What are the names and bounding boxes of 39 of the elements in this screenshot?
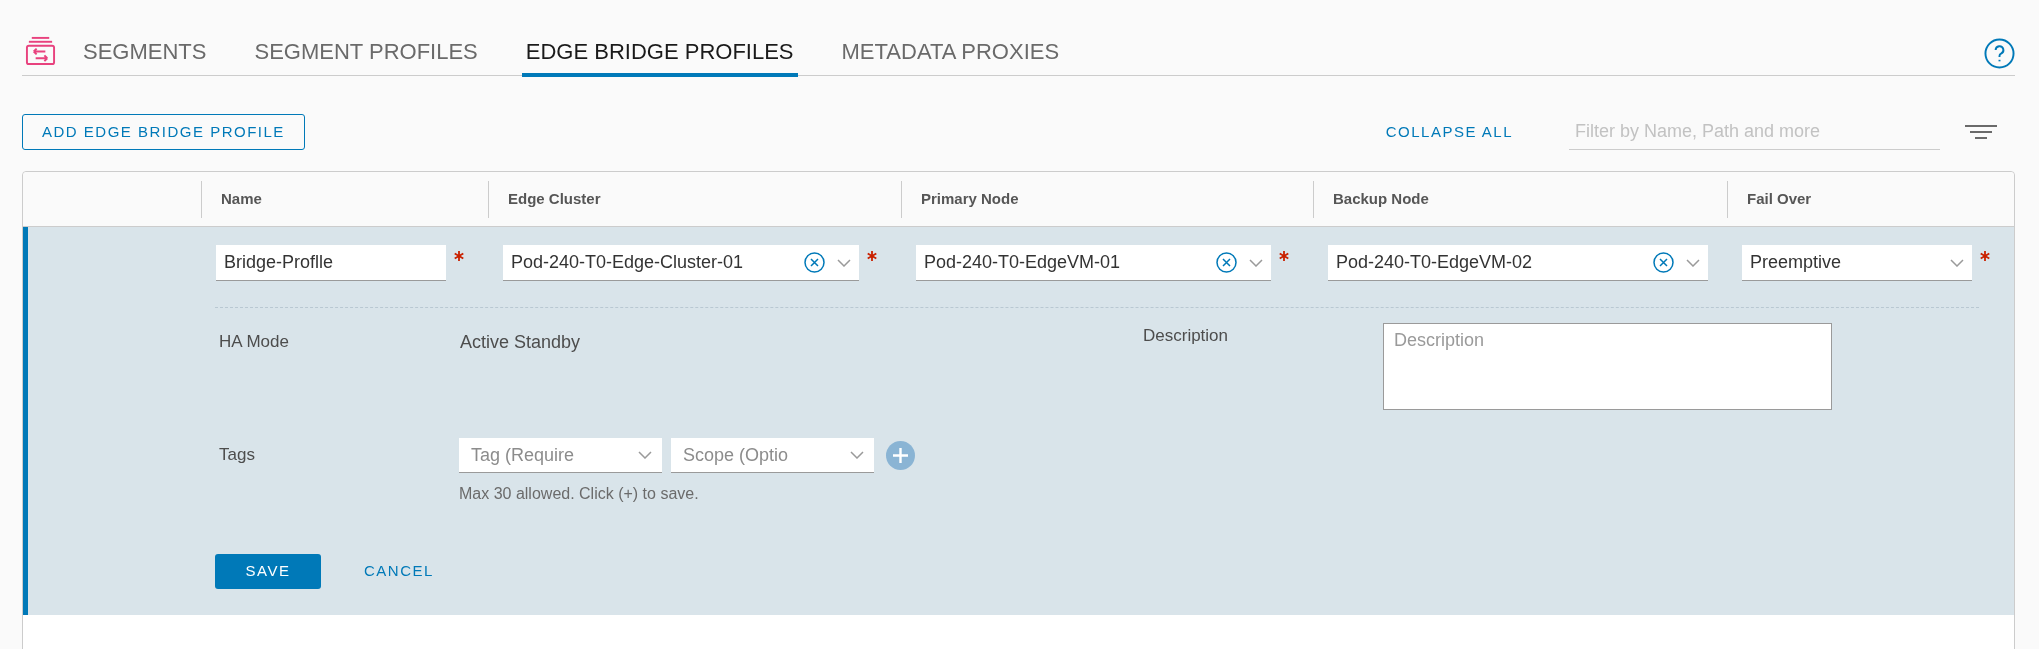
chevron-down-icon [837,258,851,267]
tag-select[interactable]: Tag (Require [459,438,662,473]
tab[interactable]: SEGMENT PROFILES [250,41,482,77]
chevron-down-icon [1950,258,1964,267]
collapse-all-button[interactable]: COLLAPSE ALL [1385,120,1513,144]
select-field[interactable]: Preemptive [1742,245,1972,281]
field-label: Tags [219,444,256,465]
hint-text: Max 30 allowed. Click (+) to save. [459,485,700,503]
text-field[interactable]: Bridge-Proflle [216,245,446,281]
save-button[interactable]: SAVE [215,554,321,589]
clear-icon[interactable] [804,252,825,273]
field-label: HA Mode [219,332,290,352]
field-value: Active Standby [460,332,581,352]
chevron-down-icon [1249,258,1263,267]
column-header: Name [221,188,262,209]
clear-icon[interactable] [1216,252,1237,273]
filter-field[interactable]: Filter by Name, Path and more [1569,114,1940,150]
cancel-button[interactable]: CANCEL [352,554,446,589]
chevron-down-icon [638,451,652,459]
select-field[interactable]: Pod-240-T0-EdgeVM-01 [916,245,1271,281]
filter-icon[interactable] [1965,125,1997,139]
column-header: Edge Cluster [508,188,601,209]
chevron-down-icon [850,451,864,459]
clear-icon[interactable] [1653,252,1674,273]
scope-select[interactable]: Scope (Optio [671,438,874,473]
description-field[interactable]: Description [1383,323,1832,410]
tab[interactable]: METADATA PROXIES [837,41,1064,77]
layers-arrows-icon [25,35,56,66]
column-header: Fail Over [1747,188,1812,209]
field-label: Description [1143,326,1230,346]
tab[interactable]: SEGMENTS [79,41,211,77]
chevron-down-icon [1686,258,1700,267]
select-field[interactable]: Pod-240-T0-EdgeVM-02 [1328,245,1708,281]
add-profile-button[interactable]: ADD EDGE BRIDGE PROFILE [22,114,305,150]
tab[interactable]: EDGE BRIDGE PROFILES [521,41,798,77]
help-icon[interactable] [1984,38,2015,69]
column-header: Backup Node [1333,188,1429,209]
column-header: Primary Node [921,188,1019,209]
select-field[interactable]: Pod-240-T0-Edge-Cluster-01 [503,245,859,281]
